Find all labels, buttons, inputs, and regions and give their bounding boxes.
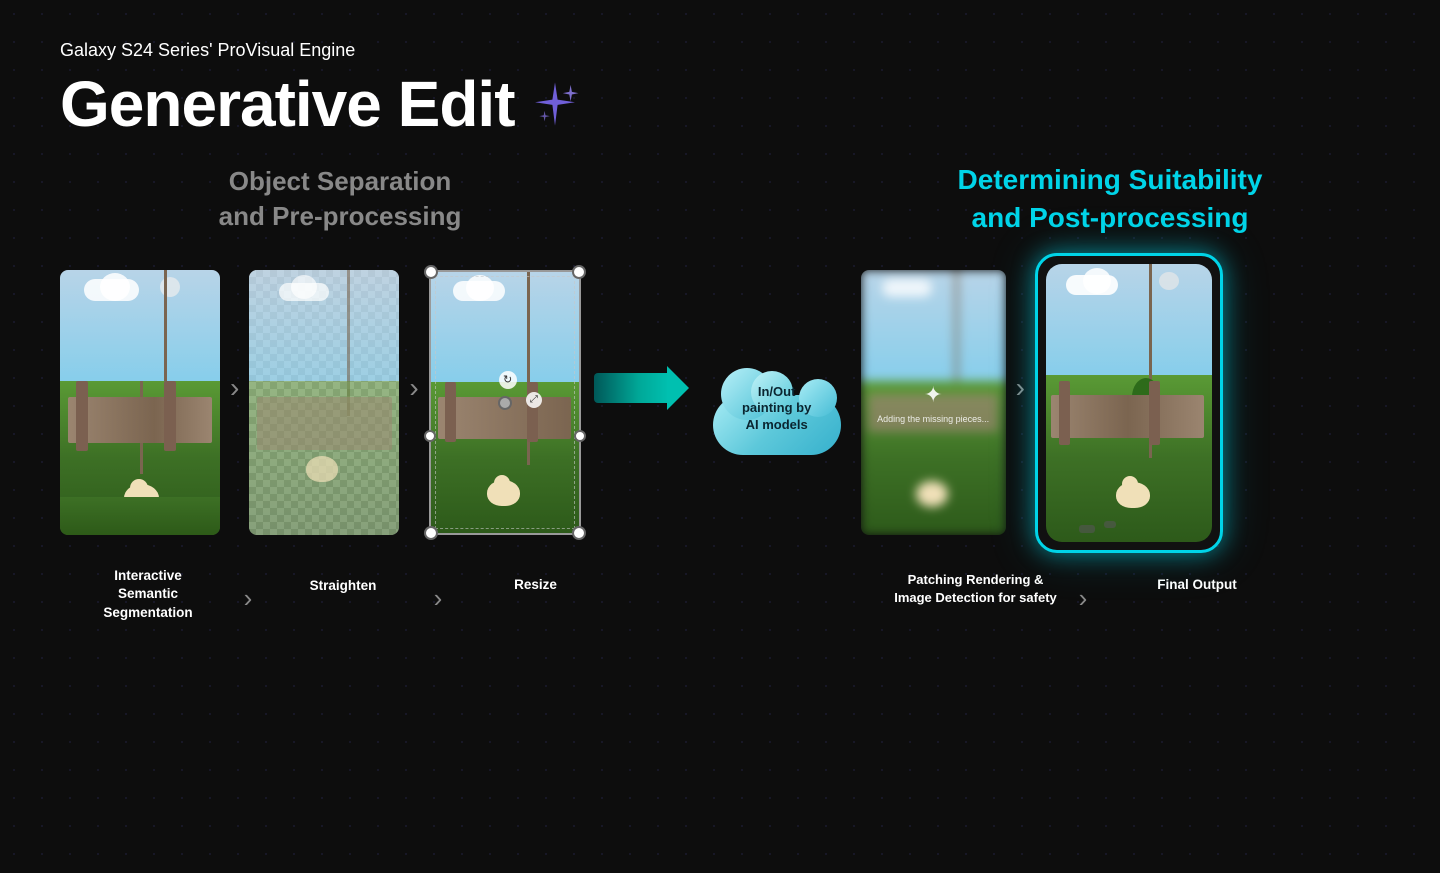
ai-section: In/Out painting by AI models: [703, 270, 1006, 535]
flow-item-transparent: [249, 270, 399, 535]
sparkle-overlay: ✦: [924, 382, 942, 408]
resize-handle-bl[interactable]: [424, 526, 438, 540]
teal-arrow-container: [587, 366, 697, 410]
step4-label-line2: Image Detection for safety: [894, 590, 1057, 605]
chevron-2: ›: [418, 583, 458, 614]
resize-handle-ml[interactable]: [424, 430, 436, 442]
transparent-image: [249, 270, 399, 535]
resize-handle-center[interactable]: [498, 396, 512, 410]
step1-label-line1: Interactive: [114, 568, 182, 583]
left-label-line2: and Pre-processing: [219, 201, 462, 231]
resize-handle-mr[interactable]: [574, 430, 586, 442]
step3-label: Resize: [514, 577, 557, 592]
teal-arrow: [594, 366, 689, 410]
left-section-label: Object Separation and Pre-processing: [130, 164, 550, 234]
flow-item-resize: ↻ ⤢: [429, 270, 581, 535]
arrow-2: ›: [409, 372, 418, 404]
step1-label-line2: Semantic: [118, 586, 178, 601]
chevron-1: ›: [228, 583, 268, 614]
step5-label: Final Output: [1157, 577, 1236, 592]
step2-label: Straighten: [310, 577, 377, 596]
blurred-overlay: ✦ Adding the missing pieces...: [861, 270, 1006, 535]
bottom-labels: Interactive Semantic Segmentation › Stra…: [60, 567, 1380, 624]
original-image-wrap: [60, 270, 220, 535]
chevron-3: ›: [1063, 583, 1103, 614]
right-label-line1: Determining Suitability: [958, 164, 1263, 195]
phone-screen: [1046, 264, 1212, 542]
flow-item-original: [60, 270, 220, 535]
resize-handle-tr[interactable]: [572, 265, 586, 279]
main-title: Generative Edit: [60, 67, 515, 141]
transparent-image-wrap: [249, 270, 399, 535]
phone-frame: [1035, 253, 1223, 553]
page-container: Galaxy S24 Series' ProVisual Engine Gene…: [0, 0, 1440, 873]
move-icon[interactable]: ⤢: [526, 392, 542, 408]
phone-outer: [1035, 253, 1223, 553]
left-label-line1: Object Separation: [229, 166, 452, 196]
adding-text: Adding the missing pieces...: [877, 414, 989, 424]
label-step5: Final Output: [1103, 567, 1291, 592]
subtitle: Galaxy S24 Series' ProVisual Engine: [60, 40, 1380, 61]
ai-cloud: In/Out painting by AI models: [703, 350, 851, 455]
main-flow: › ›: [60, 253, 1380, 553]
resize-image-wrap: ↻ ⤢: [429, 270, 581, 535]
blurred-image: ✦ Adding the missing pieces...: [861, 270, 1006, 535]
original-image: [60, 270, 220, 535]
resize-handle-br[interactable]: [572, 526, 586, 540]
sparkle-icon: [529, 78, 581, 130]
right-label-line2: and Post-processing: [972, 202, 1249, 233]
arrow-3: ›: [1016, 372, 1025, 404]
step4-label-line1: Patching Rendering &: [908, 572, 1044, 587]
rotate-icon[interactable]: ↻: [499, 371, 517, 389]
right-section-label: Determining Suitability and Post-process…: [890, 161, 1330, 237]
resize-handle-tl[interactable]: [424, 265, 438, 279]
section-labels: Object Separation and Pre-processing Det…: [60, 161, 1380, 237]
title-row: Generative Edit: [60, 67, 1380, 141]
ai-cloud-row: In/Out painting by AI models: [703, 270, 1006, 535]
label-step1: Interactive Semantic Segmentation: [68, 567, 228, 624]
arrow-1: ›: [230, 372, 239, 404]
cloud-text: In/Out painting by AI models: [742, 384, 811, 433]
label-step3: Resize: [458, 567, 613, 592]
header: Galaxy S24 Series' ProVisual Engine Gene…: [60, 40, 1380, 141]
label-step2: Straighten: [268, 567, 418, 596]
label-step4: Patching Rendering & Image Detection for…: [888, 567, 1063, 607]
step1-label-line3: Segmentation: [103, 605, 192, 620]
